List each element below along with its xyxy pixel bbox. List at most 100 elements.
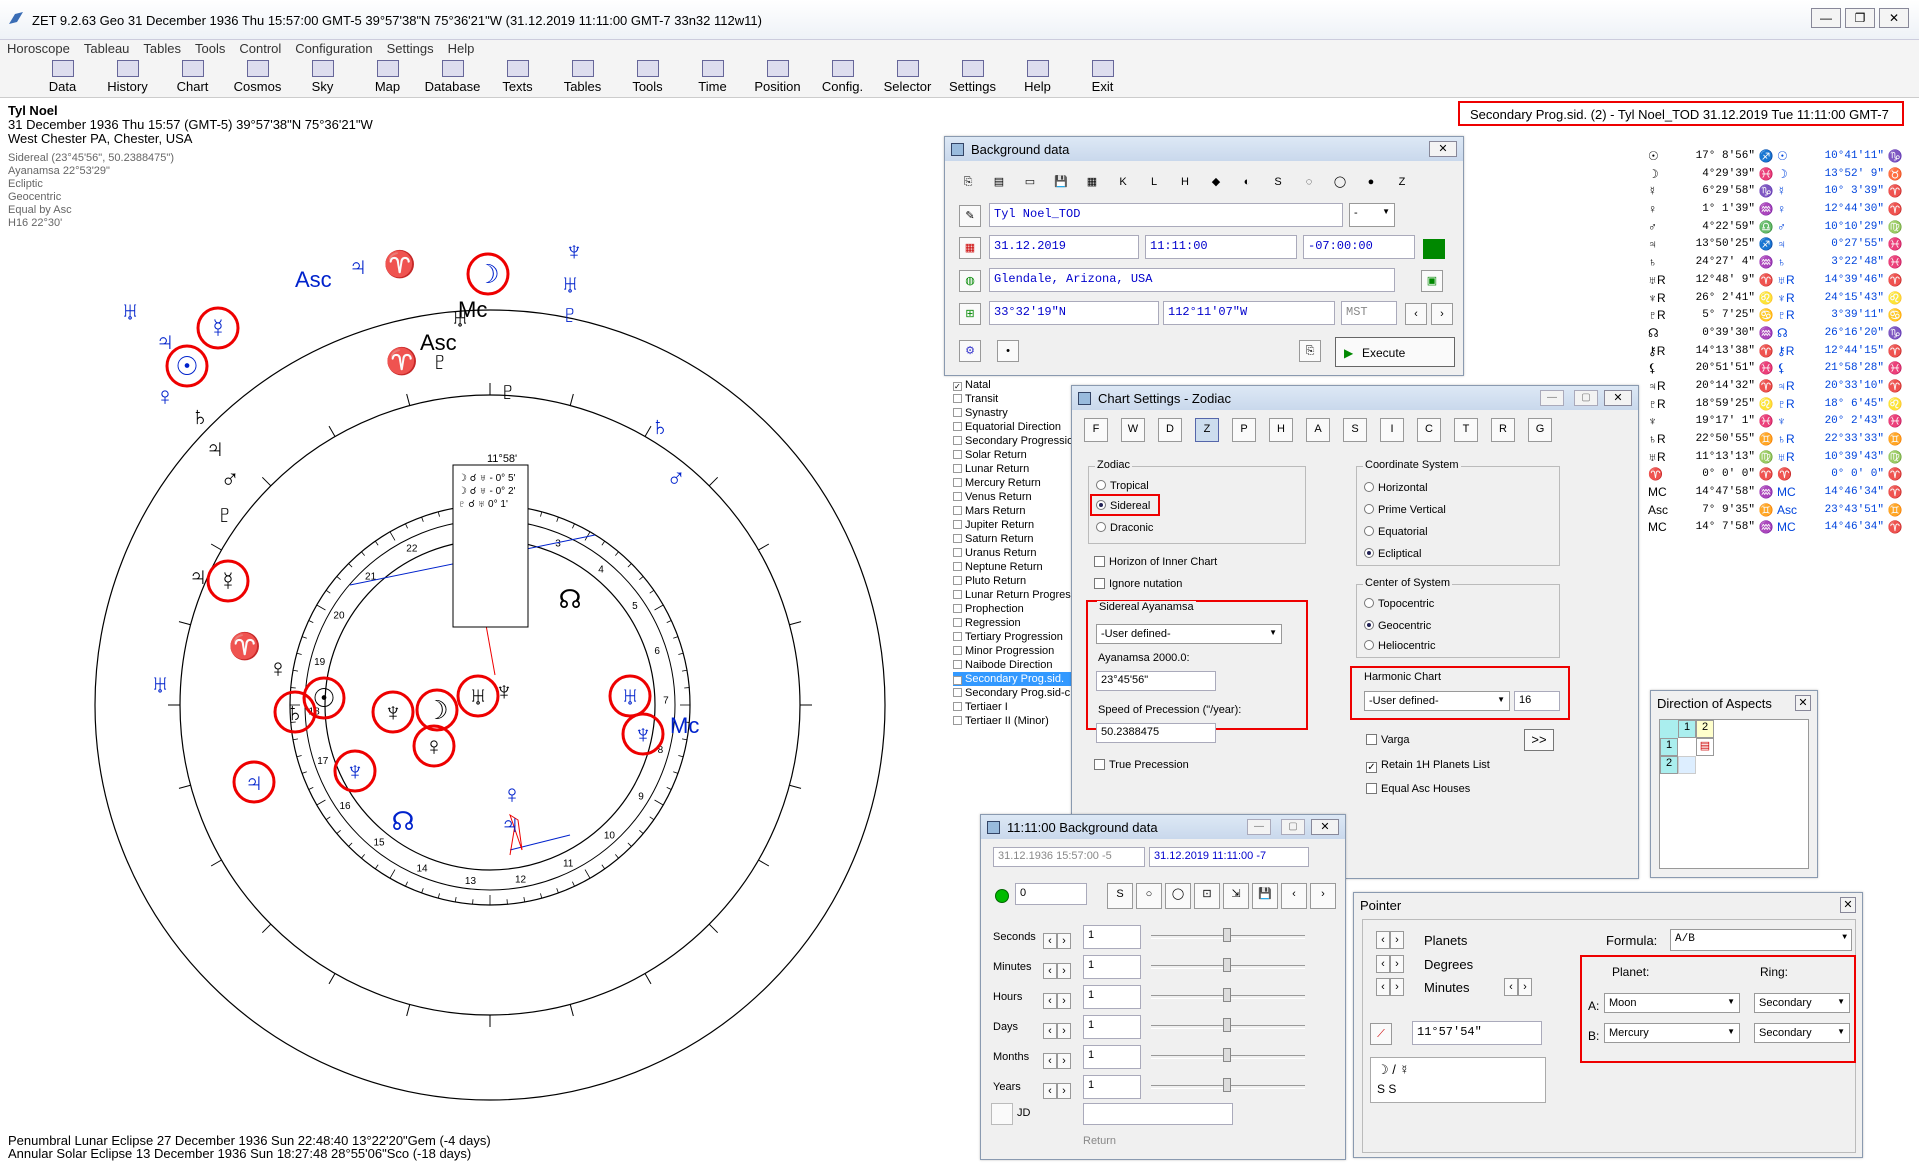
- precession-speed-field[interactable]: 50.2388475: [1096, 723, 1216, 743]
- step-next[interactable]: ›: [1057, 1053, 1071, 1069]
- place-field[interactable]: Glendale, Arizona, USA: [989, 268, 1395, 292]
- harmonic-value-field[interactable]: 16: [1514, 691, 1560, 711]
- step-value-field[interactable]: 1: [1083, 1075, 1141, 1099]
- formula-select[interactable]: A/B: [1670, 929, 1852, 951]
- planet-glyph[interactable]: ☊: [391, 806, 414, 836]
- close-button[interactable]: ✕: [1795, 695, 1811, 711]
- planet-glyph[interactable]: ♆: [345, 756, 365, 786]
- step-slider[interactable]: [1151, 1078, 1305, 1092]
- latitude-field[interactable]: 33°32'19"N: [989, 301, 1159, 325]
- toolbar-button[interactable]: Settings: [940, 58, 1005, 98]
- progression-tool-button[interactable]: ⊡: [1194, 883, 1220, 909]
- heliocentric-radio[interactable]: Heliocentric: [1364, 640, 1435, 652]
- jd-toggle[interactable]: [991, 1103, 1013, 1125]
- progression-tool-button[interactable]: ◯: [1165, 883, 1191, 909]
- coordinates-icon[interactable]: ⊞: [959, 303, 981, 325]
- settings-tab-z[interactable]: Z: [1195, 418, 1219, 442]
- chart-type-item[interactable]: ✓ Natal: [953, 378, 1071, 392]
- horizon-checkbox[interactable]: Horizon of Inner Chart: [1094, 556, 1217, 568]
- settings-icon[interactable]: ⚙: [959, 340, 981, 362]
- chart-type-checkbox[interactable]: [953, 716, 962, 725]
- maximize-button[interactable]: ▢: [1574, 390, 1598, 406]
- ring-a-select[interactable]: Secondary: [1754, 993, 1850, 1013]
- planet-glyph[interactable]: ♃: [205, 433, 225, 463]
- chart-type-item[interactable]: Jupiter Return: [953, 518, 1071, 532]
- settings-tab-i[interactable]: I: [1380, 418, 1404, 442]
- toolbar-button[interactable]: Cosmos: [225, 58, 290, 98]
- chart-type-checkbox[interactable]: [953, 520, 962, 529]
- chart-type-item[interactable]: Saturn Return: [953, 532, 1071, 546]
- minimize-button[interactable]: —: [1247, 819, 1271, 835]
- chart-type-checkbox[interactable]: [953, 464, 962, 473]
- planet-glyph[interactable]: ♀: [502, 779, 522, 809]
- chart-type-checkbox[interactable]: [953, 688, 962, 697]
- slider-thumb[interactable]: [1223, 988, 1231, 1002]
- planet-glyph[interactable]: ♆: [494, 676, 514, 706]
- chart-type-checkbox[interactable]: [953, 408, 962, 417]
- planet-b-select[interactable]: Mercury: [1604, 1023, 1740, 1043]
- settings-tab-w[interactable]: W: [1121, 418, 1145, 442]
- person-icon[interactable]: ✎: [959, 205, 981, 227]
- planet-glyph[interactable]: ♄: [285, 697, 305, 727]
- ring-b-select[interactable]: Secondary: [1754, 1023, 1850, 1043]
- calendar-icon[interactable]: ▦: [959, 237, 981, 259]
- planet-glyph[interactable]: ♃: [348, 251, 368, 281]
- chart-type-checkbox[interactable]: [953, 646, 962, 655]
- chart-type-item[interactable]: Lunar Return: [953, 462, 1071, 476]
- settings-tab-f[interactable]: F: [1084, 418, 1108, 442]
- step-field[interactable]: 0: [1015, 883, 1087, 905]
- step-slider[interactable]: [1151, 928, 1305, 942]
- retain-planets-checkbox[interactable]: ✓ Retain 1H Planets List: [1366, 759, 1490, 773]
- toolbar-button[interactable]: Sky: [290, 58, 355, 98]
- chart-type-item[interactable]: Minor Progression: [953, 644, 1071, 658]
- step-value-field[interactable]: 1: [1083, 1015, 1141, 1039]
- planet-glyph[interactable]: ♇: [215, 499, 235, 529]
- toolbar-button[interactable]: Selector: [875, 58, 940, 98]
- chart-type-checkbox[interactable]: [953, 534, 962, 543]
- bg-tool-button[interactable]: H: [1174, 171, 1196, 193]
- chart-type-item[interactable]: Lunar Return Progress: [953, 588, 1071, 602]
- toolbar-button[interactable]: Help: [1005, 58, 1070, 98]
- chart-type-checkbox[interactable]: ✓: [953, 382, 962, 391]
- chart-type-checkbox[interactable]: [953, 394, 962, 403]
- planet-glyph[interactable]: ♃: [500, 809, 520, 839]
- step-next[interactable]: ›: [1057, 933, 1071, 949]
- settings-tab-d[interactable]: D: [1158, 418, 1182, 442]
- planet-glyph[interactable]: ♅: [120, 296, 140, 326]
- chart-type-item[interactable]: Tertiary Progression: [953, 630, 1071, 644]
- equal-asc-houses-checkbox[interactable]: Equal Asc Houses: [1366, 783, 1470, 795]
- planet-glyph[interactable]: ♅: [150, 669, 170, 699]
- step-slider[interactable]: [1151, 1048, 1305, 1062]
- minutes2-next[interactable]: ›: [1518, 978, 1532, 996]
- toolbar-button[interactable]: History: [95, 58, 160, 98]
- chart-type-item[interactable]: Secondary Prog.sid-c: [953, 686, 1071, 700]
- planet-glyph[interactable]: ☉: [312, 683, 335, 713]
- progression-tool-button[interactable]: 💾: [1252, 883, 1278, 909]
- planet-a-select[interactable]: Moon: [1604, 993, 1740, 1013]
- chart-type-item[interactable]: Tertiaer II (Minor): [953, 714, 1071, 728]
- step-value-field[interactable]: 1: [1083, 925, 1141, 949]
- chart-type-item[interactable]: Equatorial Direction: [953, 420, 1071, 434]
- step-next[interactable]: ›: [1057, 1023, 1071, 1039]
- longitude-field[interactable]: 112°11'07"W: [1163, 301, 1335, 325]
- planet-glyph[interactable]: ☿: [218, 566, 238, 596]
- planet-glyph[interactable]: ♀: [268, 653, 288, 683]
- progression-tool-button[interactable]: ○: [1136, 883, 1162, 909]
- minimize-button[interactable]: —: [1540, 390, 1564, 406]
- close-button[interactable]: ✕: [1311, 819, 1339, 835]
- planet-glyph[interactable]: ☉: [175, 351, 198, 381]
- more-button[interactable]: >>: [1524, 729, 1554, 751]
- toolbar-button[interactable]: Tables: [550, 58, 615, 98]
- chart-type-item[interactable]: Synastry: [953, 406, 1071, 420]
- toolbar-button[interactable]: Exit: [1070, 58, 1135, 98]
- toolbar-button[interactable]: Time: [680, 58, 745, 98]
- globe-icon[interactable]: ◍: [959, 270, 981, 292]
- bg-tool-button[interactable]: K: [1112, 171, 1134, 193]
- planet-glyph[interactable]: ♅: [620, 681, 640, 711]
- progression-tool-button[interactable]: S: [1107, 883, 1133, 909]
- step-value-field[interactable]: 1: [1083, 985, 1141, 1009]
- settings-tab-a[interactable]: A: [1306, 418, 1330, 442]
- chart-type-checkbox[interactable]: [953, 576, 962, 585]
- planet-glyph[interactable]: ☽: [476, 259, 499, 289]
- planet-glyph[interactable]: ♇: [498, 376, 518, 406]
